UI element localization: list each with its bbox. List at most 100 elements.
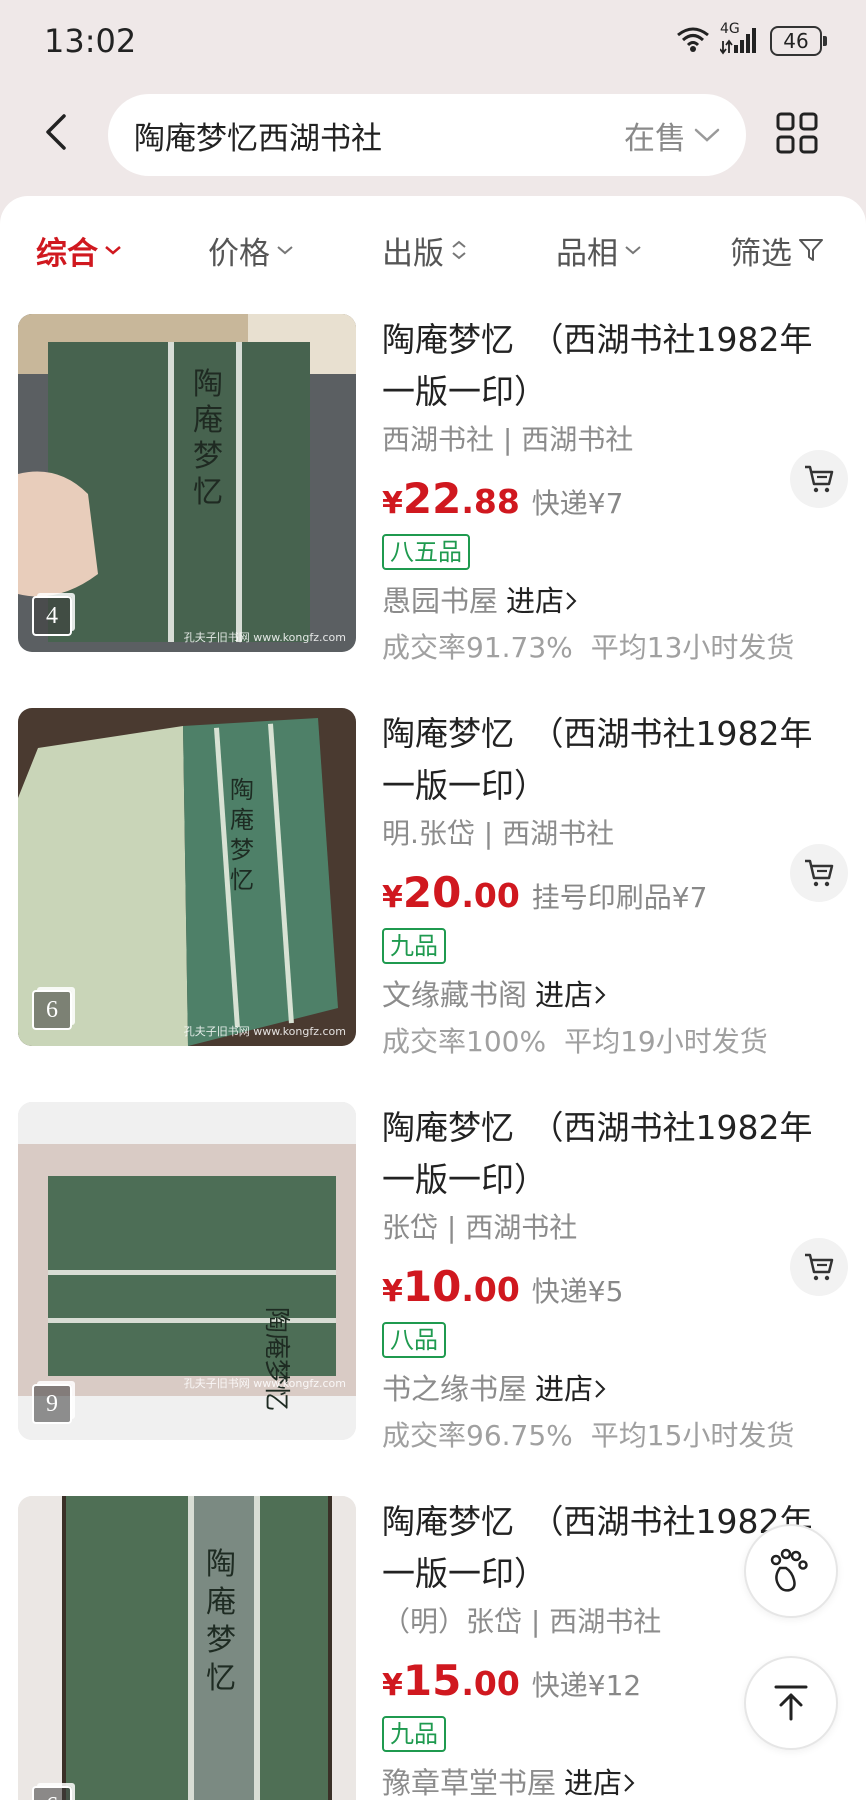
grid-view-button[interactable] [776,112,818,154]
svg-text:庵: 庵 [193,403,223,438]
sort-tab-label: 筛选 [730,235,792,272]
svg-text:庵: 庵 [206,1585,236,1620]
deal-rate: 成交率100% [382,1025,547,1058]
product-card[interactable]: 陶 庵 梦 忆 6 孔夫子旧书网 www.kongfz.com 陶庵梦忆 （西湖… [0,708,866,1058]
sort-tab-condition[interactable]: 品相 [556,224,642,276]
svg-text:陶: 陶 [193,367,223,402]
enter-shop-label: 进店 [564,1766,623,1800]
cart-icon [805,465,834,493]
chevron-down-icon [625,246,641,255]
watermark: 孔夫子旧书网 www.kongfz.com [183,631,346,644]
chevron-down-icon [694,128,720,142]
shop-stats: 成交率96.75% 平均15小时发货 [382,1414,842,1458]
add-to-cart-button[interactable] [790,844,848,902]
price-currency: ¥ [382,1668,403,1703]
product-author: 明.张岱 | 西湖书社 [382,817,615,850]
chevron-right-icon [624,1774,635,1792]
product-card[interactable]: 陶 庵 梦 忆 6 陶庵梦忆 （西湖书社1982年一版一印） （明）张岱 | 西… [0,1496,866,1800]
sort-tab-filter[interactable]: 筛选 [730,224,824,276]
cart-icon [805,859,834,887]
enter-shop-link[interactable]: 进店 [535,1368,607,1410]
shop-name[interactable]: 豫章草堂书屋 [382,1762,556,1800]
sort-bar: 综合 价格 出版 品相 筛选 [0,224,866,276]
book-photo: 陶 庵 梦 忆 [18,1496,356,1800]
chevron-right-icon [595,1380,606,1398]
image-count-badge: 9 [32,1384,72,1424]
enter-shop-link[interactable]: 进店 [506,580,578,622]
price-currency: ¥ [382,1274,403,1309]
product-image[interactable]: 陶 庵 梦 忆 4 孔夫子旧书网 www.kongfz.com [18,314,356,652]
search-input[interactable]: 陶庵梦忆西湖书社 在售 [108,94,746,176]
back-button[interactable] [36,108,76,156]
enter-shop-link[interactable]: 进店 [564,1762,636,1800]
chevron-right-icon [595,986,606,1004]
enter-shop-label: 进店 [535,1372,594,1406]
svg-text:忆: 忆 [230,866,254,894]
sort-tab-publication[interactable]: 出版 [382,224,468,276]
product-info: 陶庵梦忆 （西湖书社1982年一版一印） 明.张岱 | 西湖书社 ¥ 20 .0… [382,708,842,1064]
product-image[interactable]: 陶庵梦忆 9 孔夫子旧书网 www.kongfz.com [18,1102,356,1440]
shipping-fee: 快递¥5 [531,1275,624,1308]
status-bar: 13:02 4G 46 [0,0,866,82]
shop-name[interactable]: 文缘藏书阁 [382,974,527,1016]
condition-badge: 九品 [382,928,446,964]
deal-rate: 成交率96.75% [382,1419,573,1452]
battery-level: 46 [783,29,809,53]
avg-ship-time: 平均15小时发货 [590,1419,795,1452]
price-row: ¥ 10 .00 快递¥5 [382,1262,842,1312]
product-author: 西湖书社 | 西湖书社 [382,423,634,456]
search-header: 陶庵梦忆西湖书社 在售 [0,86,866,180]
status-filter-dropdown[interactable]: 在售 [624,113,720,158]
footprint-button[interactable] [744,1524,838,1618]
svg-text:陶: 陶 [230,776,254,804]
sort-tab-comprehensive[interactable]: 综合 [36,224,122,276]
product-author: 张岱 | 西湖书社 [382,1211,578,1244]
product-info: 陶庵梦忆 （西湖书社1982年一版一印） 张岱 | 西湖书社 ¥ 10 .00 … [382,1102,842,1458]
image-count-badge: 4 [32,596,72,636]
add-to-cart-button[interactable] [790,1238,848,1296]
product-title[interactable]: 陶庵梦忆 （西湖书社1982年一版一印） [382,708,842,812]
svg-text:忆: 忆 [193,475,223,510]
add-to-cart-button[interactable] [790,450,848,508]
sort-tab-label: 品相 [556,235,618,272]
product-image[interactable]: 陶 庵 梦 忆 6 [18,1496,356,1800]
product-card[interactable]: 陶庵梦忆 9 孔夫子旧书网 www.kongfz.com 陶庵梦忆 （西湖书社1… [0,1102,866,1452]
chevron-down-icon [105,246,121,255]
chevron-right-icon [566,592,577,610]
enter-shop-label: 进店 [506,584,565,618]
price-decimal: .88 [461,482,520,521]
product-card[interactable]: 陶 庵 梦 忆 4 孔夫子旧书网 www.kongfz.com 陶庵梦忆 （西湖… [0,314,866,664]
price-integer: 10 [402,1262,462,1311]
product-image[interactable]: 陶 庵 梦 忆 6 孔夫子旧书网 www.kongfz.com [18,708,356,1046]
search-query[interactable]: 陶庵梦忆西湖书社 [134,113,624,158]
sort-tab-price[interactable]: 价格 [208,224,294,276]
shop-name[interactable]: 书之缘书屋 [382,1368,527,1410]
product-info: 陶庵梦忆 （西湖书社1982年一版一印） 西湖书社 | 西湖书社 ¥ 22 .8… [382,314,842,670]
condition-badge: 九品 [382,1716,446,1752]
shop-name[interactable]: 愚园书屋 [382,580,498,622]
shop-stats: 成交率91.73% 平均13小时发货 [382,626,842,670]
condition-badge: 八品 [382,1322,446,1358]
product-title[interactable]: 陶庵梦忆 （西湖书社1982年一版一印） [382,1102,842,1206]
grid-icon [776,112,818,154]
cart-icon [805,1253,834,1281]
shop-stats: 成交率100% 平均19小时发货 [382,1020,842,1064]
signal-icon: 4G [720,21,760,55]
image-count-badge: 6 [32,1786,72,1800]
watermark: 孔夫子旧书网 www.kongfz.com [183,1377,346,1390]
footprint-icon [770,1548,808,1592]
svg-text:梦: 梦 [206,1623,236,1658]
svg-text:庵: 庵 [230,806,254,834]
price-decimal: .00 [461,1270,520,1309]
watermark: 孔夫子旧书网 www.kongfz.com [183,1025,346,1038]
enter-shop-link[interactable]: 进店 [535,974,607,1016]
product-title[interactable]: 陶庵梦忆 （西湖书社1982年一版一印） [382,314,842,418]
svg-text:陶: 陶 [206,1547,236,1582]
funnel-icon [799,239,823,261]
enter-shop-label: 进店 [535,978,594,1012]
back-icon [46,114,66,150]
back-to-top-button[interactable] [744,1656,838,1750]
network-label: 4G [720,21,740,37]
price-row: ¥ 20 .00 挂号印刷品¥7 [382,868,842,918]
svg-text:梦: 梦 [193,439,223,474]
